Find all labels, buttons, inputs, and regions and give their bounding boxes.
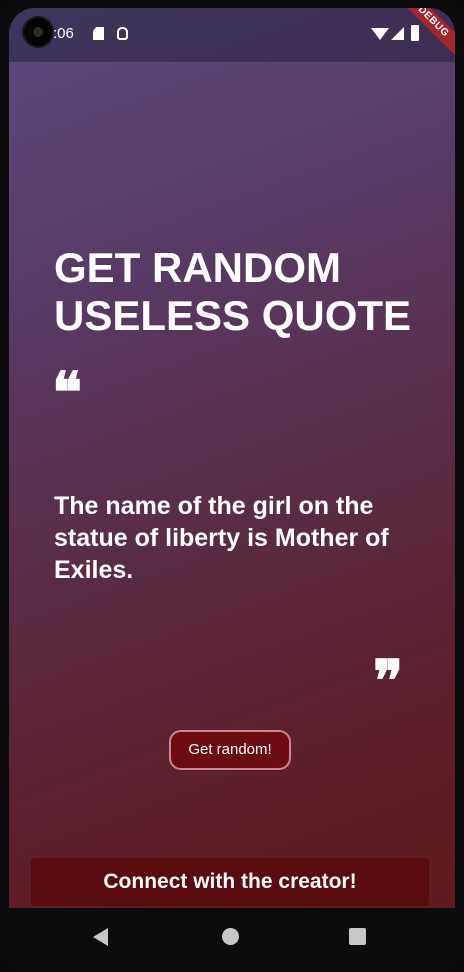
status-bar: :06 DEBUG (9, 8, 455, 62)
phone-frame: :06 DEBUG GET RANDOM USELESS QUOTE ❝ The… (0, 0, 464, 972)
open-quote-icon: ❝ (52, 360, 83, 426)
get-random-button[interactable]: Get random! (169, 730, 291, 770)
signal-icon (391, 27, 404, 40)
battery-icon (411, 25, 419, 41)
navigation-bar (0, 908, 464, 972)
wifi-icon (371, 28, 389, 40)
recents-icon[interactable] (349, 928, 366, 945)
status-time: :06 (53, 25, 74, 42)
app-screen: :06 DEBUG GET RANDOM USELESS QUOTE ❝ The… (9, 8, 455, 908)
sd-card-icon (93, 27, 104, 40)
home-icon[interactable] (222, 928, 239, 945)
quote-text: The name of the girl on the statue of li… (54, 492, 389, 584)
camera-cutout (24, 18, 52, 46)
connect-with-creator-button[interactable]: Connect with the creator! (31, 858, 429, 906)
android-icon (117, 27, 128, 40)
back-icon[interactable] (93, 928, 108, 946)
close-quote-icon: ❞ (373, 648, 404, 714)
page-title: GET RANDOM USELESS QUOTE (54, 244, 412, 339)
